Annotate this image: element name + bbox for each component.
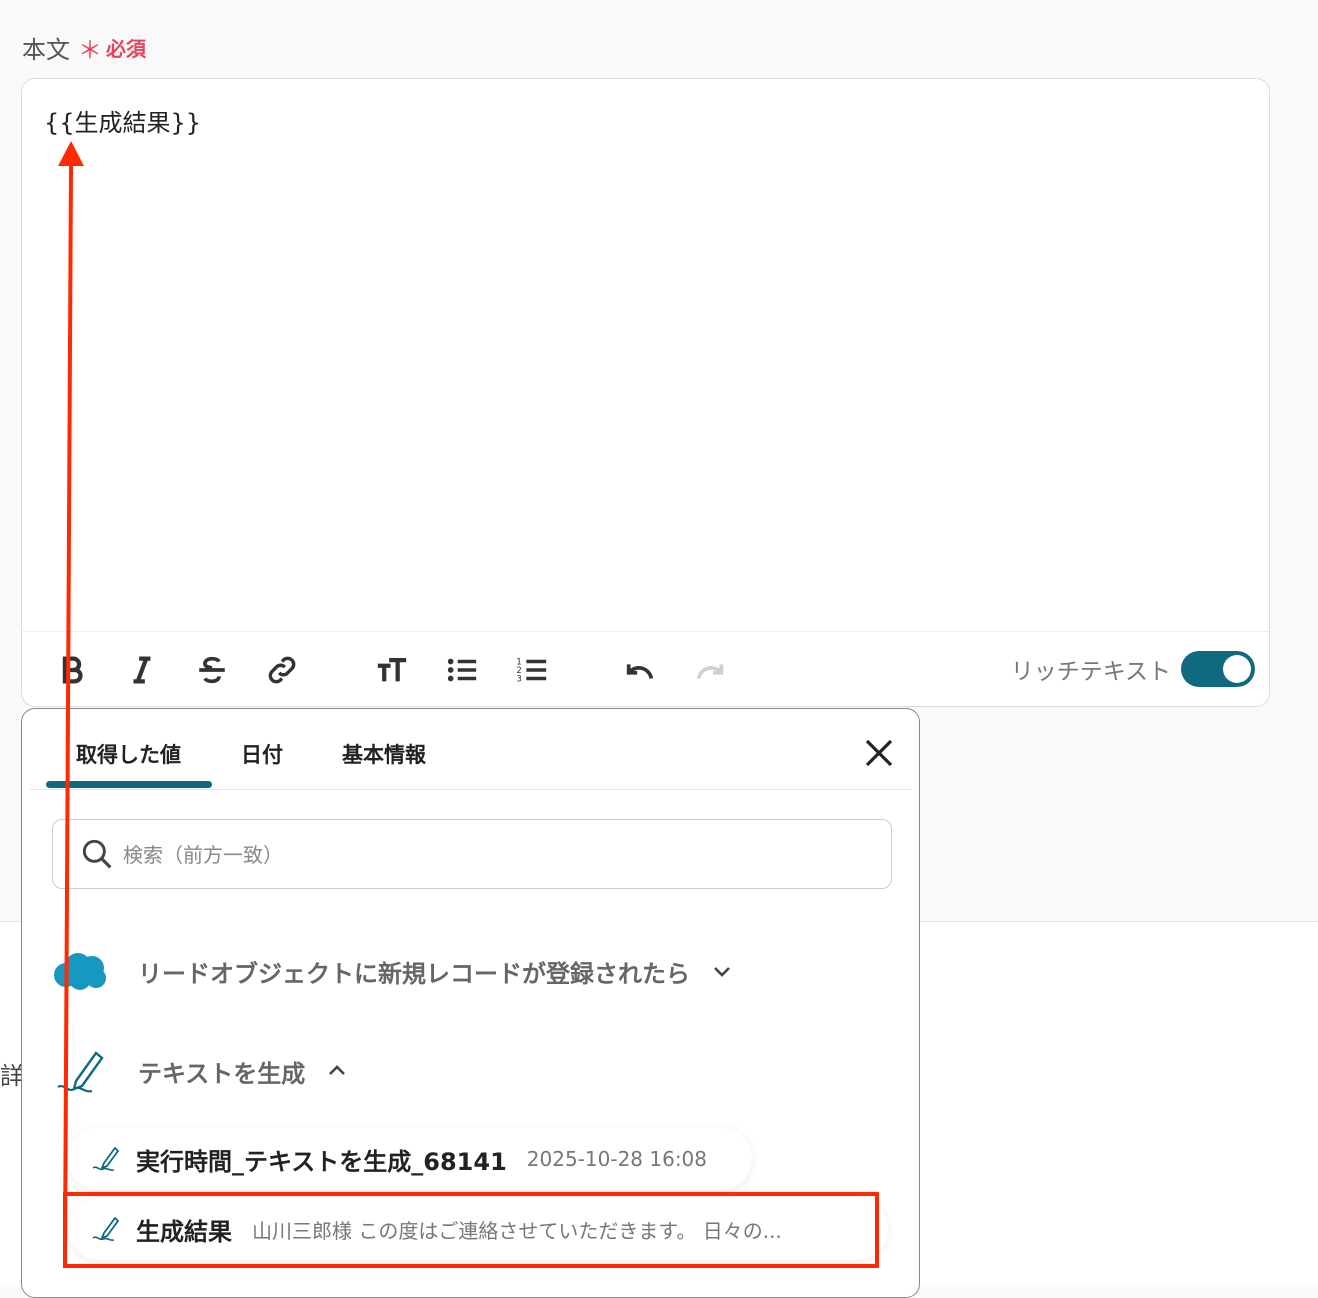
numbered-list-icon: 123	[516, 657, 547, 684]
italic-icon	[133, 656, 151, 684]
svg-text:3: 3	[516, 674, 521, 684]
undo-button[interactable]	[620, 650, 660, 690]
group-title: リードオブジェクトに新規レコードが登録されたら	[138, 959, 690, 988]
numbered-list-button[interactable]: 123	[512, 650, 552, 690]
required-text: 必須	[106, 37, 146, 61]
bullet-list-button[interactable]	[442, 650, 482, 690]
list-item-generated-result[interactable]: 生成結果 山川三郎様 この度はご連絡させていただきます。 日々の...	[68, 1198, 888, 1260]
item-name: 生成結果	[136, 1217, 232, 1246]
item-value: 2025-10-28 16:08	[526, 1147, 708, 1171]
field-label-text: 本文	[22, 36, 70, 64]
tab-acquired-values[interactable]: 取得した値	[76, 739, 181, 769]
pen-icon	[57, 1051, 104, 1093]
redo-icon	[696, 664, 724, 679]
tab-date[interactable]: 日付	[241, 739, 283, 769]
search-input[interactable]	[121, 834, 865, 876]
body-editor[interactable]: {{生成結果}} 123 リッチテキスト	[21, 78, 1270, 707]
text-size-icon	[377, 657, 407, 682]
tab-basic-info[interactable]: 基本情報	[342, 739, 426, 769]
close-icon[interactable]	[863, 737, 895, 769]
active-tab-indicator	[46, 781, 212, 788]
pen-icon	[92, 1146, 120, 1171]
toggle-knob	[1223, 655, 1251, 683]
text-size-button[interactable]	[372, 650, 412, 690]
bold-icon	[62, 656, 83, 684]
variable-picker-panel: 取得した値 日付 基本情報 リードオブジェクトに新規レコードが登録されたら テキ…	[21, 708, 920, 1298]
item-value: 山川三郎様 この度はご連絡させていただきます。 日々の...	[252, 1218, 782, 1243]
chevron-down-icon	[714, 967, 730, 977]
panel-tabs: 取得した値 日付 基本情報	[30, 709, 912, 790]
rich-text-toggle[interactable]	[1181, 651, 1255, 687]
redo-button[interactable]	[690, 650, 730, 690]
link-button[interactable]	[262, 650, 302, 690]
list-item-execution-time[interactable]: 実行時間_テキストを生成_68141 2025-10-28 16:08	[68, 1128, 752, 1190]
required-star: ＊	[78, 36, 102, 64]
editor-toolbar: 123 リッチテキスト	[22, 631, 1269, 706]
chevron-up-icon	[329, 1065, 346, 1075]
search-icon	[82, 839, 112, 869]
pen-icon	[92, 1216, 120, 1241]
italic-button[interactable]	[122, 650, 162, 690]
search-box	[52, 819, 892, 889]
link-icon	[268, 656, 296, 684]
item-name: 実行時間_テキストを生成_68141	[136, 1147, 507, 1176]
body-field-label: 本文 ＊ 必須	[22, 30, 146, 65]
group-generate-text[interactable]: テキストを生成	[52, 1045, 349, 1097]
salesforce-cloud-icon	[54, 953, 106, 990]
rich-text-label: リッチテキスト	[1010, 659, 1171, 685]
undo-icon	[626, 664, 654, 679]
editor-content[interactable]: {{生成結果}}	[44, 103, 201, 138]
bullet-list-icon	[447, 658, 477, 682]
strikethrough-button[interactable]	[192, 650, 232, 690]
bold-button[interactable]	[52, 650, 92, 690]
strikethrough-icon	[199, 656, 225, 684]
group-title: テキストを生成	[138, 1059, 306, 1088]
group-salesforce-trigger[interactable]: リードオブジェクトに新規レコードが登録されたら	[52, 951, 734, 991]
